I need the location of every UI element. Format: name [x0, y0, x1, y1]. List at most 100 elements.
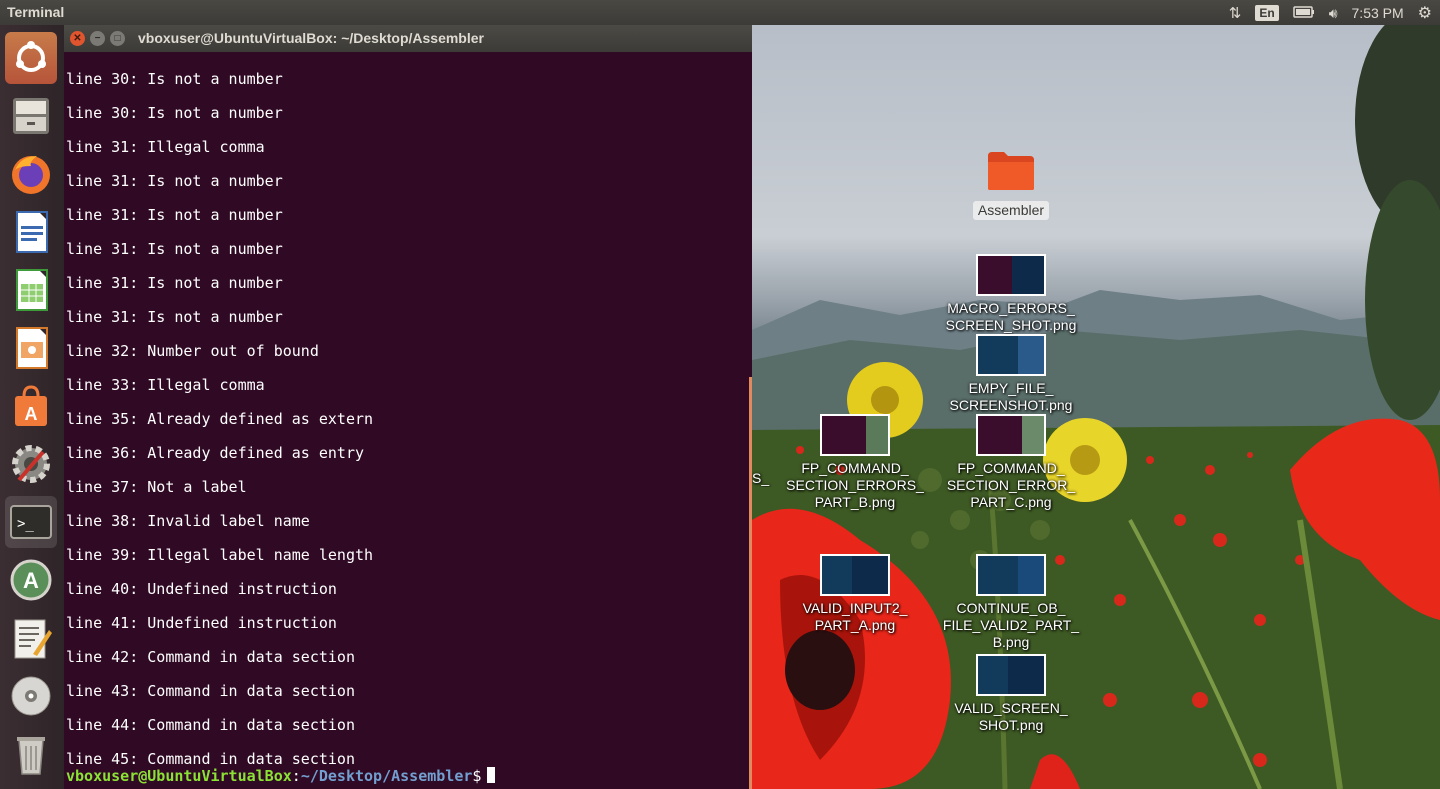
output-line: line 30: Is not a number	[66, 104, 283, 122]
launcher-trash[interactable]	[5, 728, 57, 780]
desktop-file-valid-screen[interactable]: VALID_SCREEN_ SHOT.png	[941, 654, 1081, 734]
active-app-name: Terminal	[7, 4, 65, 20]
png-thumbnail-icon	[976, 554, 1046, 596]
close-button[interactable]: ✕	[70, 31, 85, 46]
desktop-file-fp-command-b[interactable]: FP_COMMAND_ SECTION_ERRORS_ PART_B.png	[785, 414, 925, 511]
output-line: line 36: Already defined as entry	[66, 444, 365, 462]
terminal-titlebar[interactable]: ✕ − □ vboxuser@UbuntuVirtualBox: ~/Deskt…	[64, 25, 752, 52]
output-line: line 31: Illegal comma	[66, 138, 265, 156]
volume-icon[interactable]: 🔊︎	[1329, 5, 1338, 22]
file-label: FP_COMMAND_ SECTION_ERRORS_ PART_B.png	[786, 460, 924, 510]
maximize-icon: □	[114, 33, 121, 44]
output-line: line 30: Is not a number	[66, 70, 283, 88]
png-thumbnail-icon	[976, 654, 1046, 696]
panel-indicators: ⇅ En 🔊︎ 7:53 PM ⚙	[1229, 3, 1432, 23]
png-thumbnail-icon	[976, 334, 1046, 376]
file-label: MACRO_ERRORS_ SCREEN_SHOT.png	[945, 300, 1077, 333]
desktop-file-valid-input2[interactable]: VALID_INPUT2_ PART_A.png	[785, 554, 925, 634]
prompt-separator: :	[291, 767, 301, 785]
prompt-user: vboxuser@UbuntuVirtualBox	[66, 767, 292, 785]
output-line: line 31: Is not a number	[66, 308, 283, 326]
file-label: S_	[752, 470, 770, 486]
ubuntu-logo-icon	[16, 41, 46, 72]
impress-presentation-icon	[16, 327, 48, 369]
output-line: line 32: Number out of bound	[66, 342, 319, 360]
svg-text:>_: >_	[17, 516, 34, 532]
output-line: line 31: Is not a number	[66, 172, 283, 190]
launcher-dvd[interactable]	[5, 670, 57, 722]
desktop-file-macro-errors[interactable]: MACRO_ERRORS_ SCREEN_SHOT.png	[941, 254, 1081, 334]
terminal-icon: >_	[10, 505, 52, 539]
desktop-file-fp-command-c[interactable]: FP_COMMAND_ SECTION_ERROR_ PART_C.png	[941, 414, 1081, 511]
launcher-software[interactable]: A	[5, 380, 57, 432]
desktop-folder-assembler[interactable]: Assembler	[941, 150, 1081, 220]
png-thumbnail-icon	[976, 254, 1046, 296]
close-icon: ✕	[73, 33, 82, 44]
desktop-file-partial[interactable]: S_	[752, 470, 772, 487]
clock[interactable]: 7:53 PM	[1352, 5, 1404, 21]
folder-label: Assembler	[972, 201, 1050, 220]
software-bag-icon: A	[15, 385, 47, 426]
launcher-text-editor[interactable]	[5, 612, 57, 664]
desktop-file-empy-file[interactable]: EMPY_FILE_ SCREENSHOT.png	[941, 334, 1081, 414]
output-line: line 35: Already defined as extern	[66, 410, 374, 428]
prompt-symbol: $	[472, 767, 482, 785]
output-line: line 38: Invalid label name	[66, 512, 310, 530]
network-icon[interactable]: ⇅	[1229, 4, 1242, 22]
launcher-firefox[interactable]	[5, 148, 57, 200]
keyboard-language-indicator[interactable]: En	[1255, 5, 1279, 21]
maximize-button[interactable]: □	[110, 31, 125, 46]
trash-icon	[17, 737, 45, 775]
png-thumbnail-icon	[820, 414, 890, 456]
launcher-files[interactable]	[5, 90, 57, 142]
launcher-settings[interactable]	[5, 438, 57, 490]
output-line: line 31: Is not a number	[66, 274, 283, 292]
file-label: EMPY_FILE_ SCREENSHOT.png	[949, 380, 1073, 413]
file-cabinet-icon	[13, 98, 49, 134]
launcher: A >_ A	[0, 25, 64, 789]
file-label: CONTINUE_OB_ FILE_VALID2_PART_ B.png	[942, 600, 1080, 650]
file-label: FP_COMMAND_ SECTION_ERROR_ PART_C.png	[946, 460, 1076, 510]
launcher-terminal[interactable]: >_	[5, 496, 57, 548]
output-line: line 39: Illegal label name length	[66, 546, 374, 564]
output-line: line 43: Command in data section	[66, 682, 355, 700]
calc-spreadsheet-icon	[16, 269, 48, 311]
output-line: line 31: Is not a number	[66, 240, 283, 258]
prompt-path: ~/Desktop/Assembler	[300, 767, 473, 785]
output-line: line 37: Not a label	[66, 478, 247, 496]
output-line: line 41: Undefined instruction	[66, 614, 337, 632]
text-cursor	[487, 767, 496, 783]
output-line: line 40: Undefined instruction	[66, 580, 337, 598]
output-line: line 33: Illegal comma	[66, 376, 265, 394]
system-gear-icon[interactable]: ⚙	[1418, 3, 1432, 23]
svg-text:A: A	[25, 404, 38, 424]
command-prompt[interactable]: vboxuser@UbuntuVirtualBox:~/Desktop/Asse…	[66, 767, 496, 785]
disc-icon	[11, 676, 51, 716]
output-line: line 42: Command in data section	[66, 648, 355, 666]
writer-document-icon	[16, 211, 48, 253]
window-title: vboxuser@UbuntuVirtualBox: ~/Desktop/Ass…	[138, 30, 484, 46]
launcher-calc[interactable]	[5, 264, 57, 316]
file-label: VALID_SCREEN_ SHOT.png	[954, 700, 1068, 733]
battery-icon[interactable]	[1292, 5, 1315, 21]
svg-text:A: A	[23, 568, 39, 593]
terminal-scrollbar[interactable]	[749, 377, 752, 789]
output-line: line 31: Is not a number	[66, 206, 283, 224]
desktop-file-continue-ob[interactable]: CONTINUE_OB_ FILE_VALID2_PART_ B.png	[941, 554, 1081, 651]
file-label: VALID_INPUT2_ PART_A.png	[802, 600, 908, 633]
text-editor-icon	[14, 619, 52, 659]
terminal-output[interactable]: line 30: Is not a number line 30: Is not…	[66, 52, 750, 789]
png-thumbnail-icon	[820, 554, 890, 596]
minimize-button[interactable]: −	[90, 31, 105, 46]
png-thumbnail-icon	[976, 414, 1046, 456]
output-line: line 44: Command in data section	[66, 716, 355, 734]
launcher-impress[interactable]	[5, 322, 57, 374]
top-panel: Terminal ⇅ En 🔊︎ 7:53 PM ⚙	[0, 0, 1440, 25]
terminal-window[interactable]: ✕ − □ vboxuser@UbuntuVirtualBox: ~/Deskt…	[64, 25, 752, 789]
folder-icon	[988, 152, 1034, 190]
launcher-software-updater[interactable]: A	[5, 554, 57, 606]
launcher-writer[interactable]	[5, 206, 57, 258]
settings-gear-icon	[12, 445, 50, 483]
minimize-icon: −	[94, 33, 101, 44]
launcher-dash[interactable]	[5, 32, 57, 84]
